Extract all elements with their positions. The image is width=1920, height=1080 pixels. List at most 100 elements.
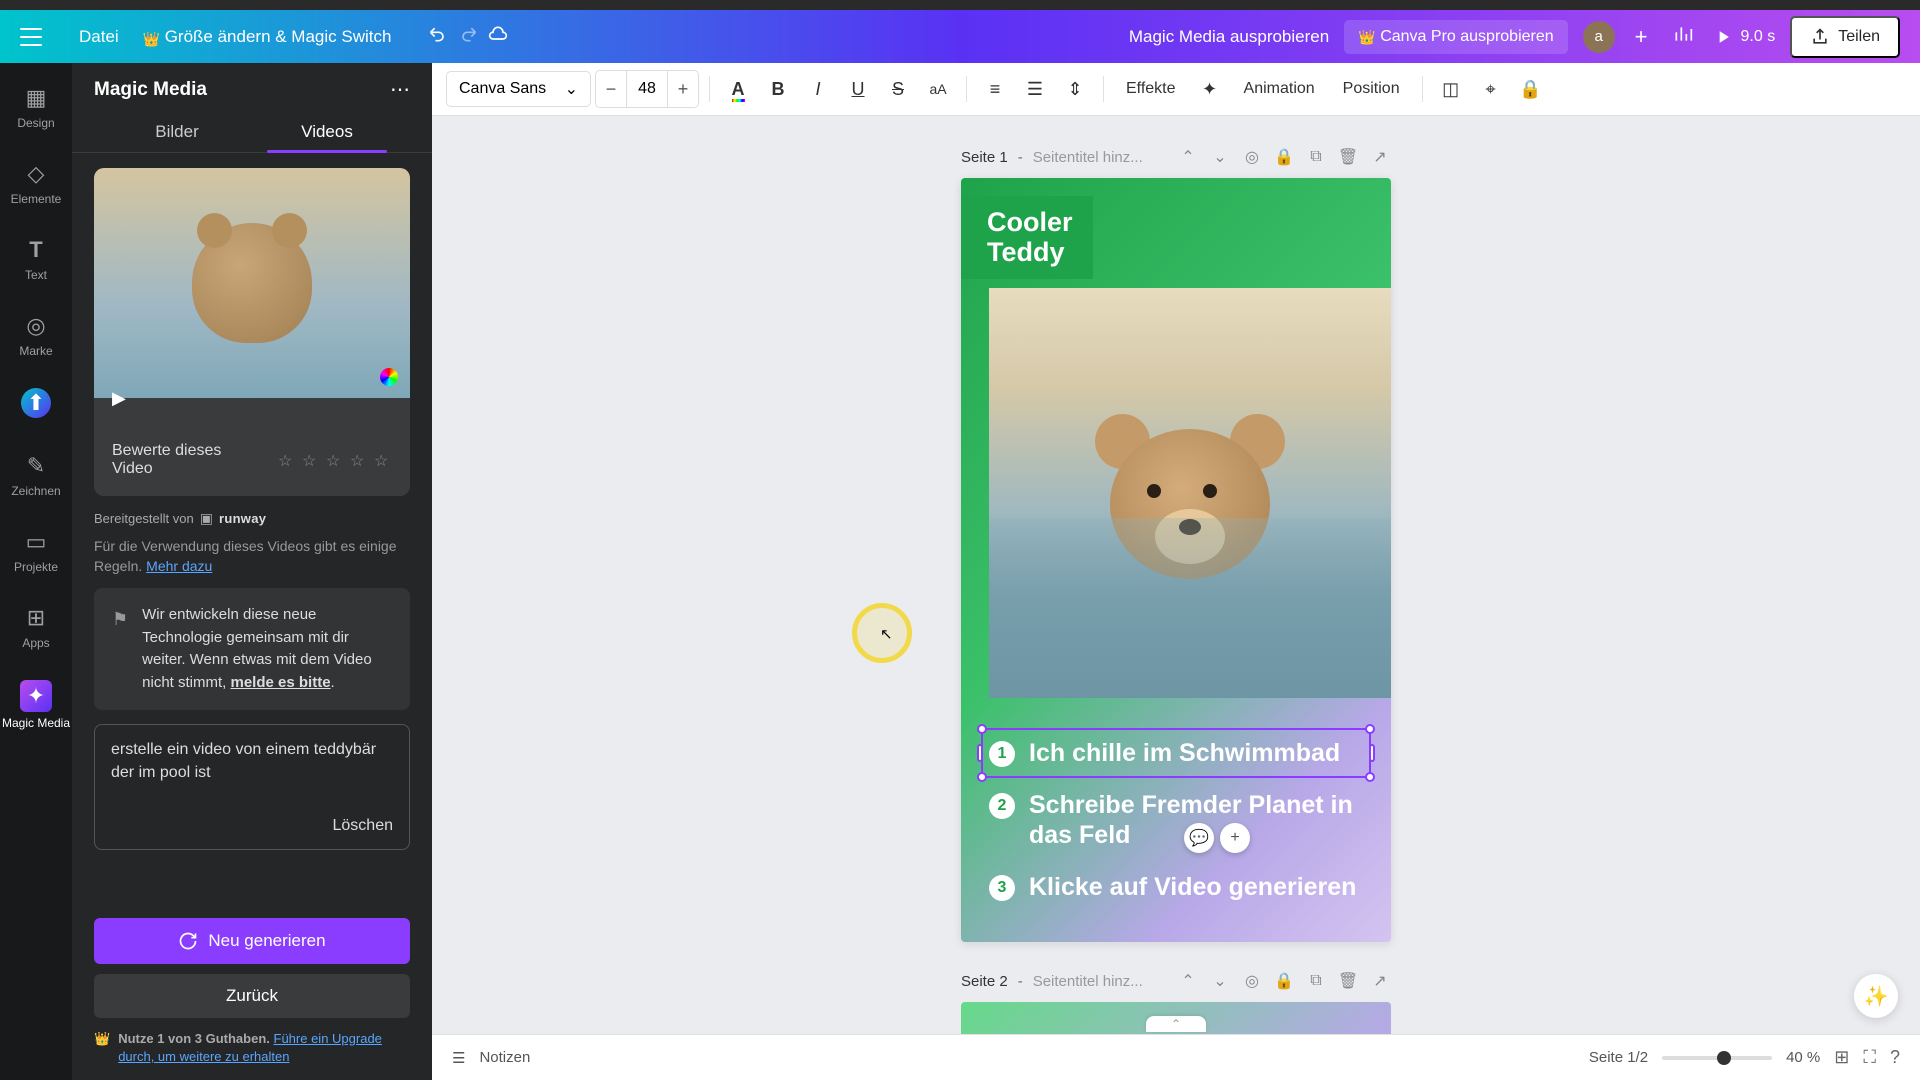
grid-view-icon[interactable]: ⊞: [1834, 1047, 1849, 1068]
page-up-icon[interactable]: ⌃: [1177, 146, 1199, 168]
star-icon[interactable]: ☆: [302, 451, 320, 469]
star-icon[interactable]: ☆: [350, 451, 368, 469]
rules-link[interactable]: Mehr dazu: [146, 558, 212, 574]
export-page-icon[interactable]: ↗: [1369, 146, 1391, 168]
video-thumbnail[interactable]: [94, 168, 410, 398]
step-3[interactable]: 3 Klicke auf Video generieren: [989, 872, 1363, 902]
panel-more-icon[interactable]: ⋯: [390, 77, 410, 102]
list-icon[interactable]: ☰: [1017, 71, 1053, 107]
rail-brand[interactable]: ◎Marke: [0, 306, 72, 364]
step-1[interactable]: 1 Ich chille im Schwimmbad: [989, 738, 1363, 768]
underline-icon[interactable]: U: [840, 71, 876, 107]
page-down-icon[interactable]: ⌄: [1209, 146, 1231, 168]
rail-uploads[interactable]: ⬆: [0, 382, 72, 428]
increase-size-button[interactable]: +: [668, 71, 698, 107]
generate-button[interactable]: Neu generieren: [94, 918, 410, 964]
analytics-icon[interactable]: [1668, 19, 1698, 54]
hide-page-icon[interactable]: ◎: [1241, 146, 1263, 168]
assistant-icon[interactable]: ✨: [1854, 974, 1898, 1018]
page-down-icon[interactable]: ⌄: [1209, 970, 1231, 992]
resize-magic-switch[interactable]: Größe ändern & Magic Switch: [131, 21, 404, 53]
star-icon[interactable]: ☆: [326, 451, 344, 469]
undo-icon[interactable]: [423, 19, 453, 54]
rail-magic-media[interactable]: ✦Magic Media: [0, 674, 72, 736]
export-page-icon[interactable]: ↗: [1369, 970, 1391, 992]
rating-stars[interactable]: ☆ ☆ ☆ ☆ ☆: [278, 451, 392, 469]
play-duration[interactable]: 9.0 s: [1713, 27, 1776, 47]
font-size-control[interactable]: − +: [595, 70, 699, 108]
fullscreen-icon[interactable]: ⛶: [1863, 1047, 1876, 1068]
rail-text[interactable]: TText: [0, 230, 72, 288]
page-indicator[interactable]: Seite 1/2: [1589, 1049, 1648, 1066]
lock-page-icon[interactable]: 🔒: [1273, 970, 1295, 992]
prompt-text[interactable]: erstelle ein video von einem teddybär de…: [111, 739, 393, 799]
bold-icon[interactable]: B: [760, 71, 796, 107]
generated-video-card[interactable]: ▶ Bewerte dieses Video ☆ ☆ ☆ ☆ ☆: [94, 168, 410, 496]
back-button[interactable]: Zurück: [94, 974, 410, 1018]
rail-draw[interactable]: ✎Zeichnen: [0, 446, 72, 504]
cloud-sync-icon[interactable]: [483, 19, 513, 54]
zoom-slider[interactable]: [1662, 1056, 1772, 1060]
icon-rail: ▦Design ◇Elemente TText ◎Marke ⬆ ✎Zeichn…: [0, 63, 72, 1080]
transparency-icon[interactable]: ◫: [1433, 71, 1469, 107]
design-title[interactable]: Magic Media ausprobieren: [1129, 27, 1329, 47]
page-title-input[interactable]: Seitentitel hinz...: [1033, 973, 1143, 990]
strikethrough-icon[interactable]: S: [880, 71, 916, 107]
text-case-icon[interactable]: aA: [920, 71, 956, 107]
share-button[interactable]: Teilen: [1790, 16, 1900, 58]
duplicate-page-icon[interactable]: ⧉: [1305, 146, 1327, 168]
position-button[interactable]: Position: [1331, 80, 1412, 98]
font-size-input[interactable]: [626, 71, 668, 107]
effects-button[interactable]: Effekte: [1114, 80, 1188, 98]
page-canvas[interactable]: Cooler Teddy: [961, 178, 1391, 942]
star-icon[interactable]: ☆: [374, 451, 392, 469]
hide-page-icon[interactable]: ◎: [1241, 970, 1263, 992]
step-2[interactable]: 2 Schreibe Fremder Planet in das Feld: [989, 790, 1363, 850]
page-image[interactable]: [989, 288, 1391, 698]
spacing-icon[interactable]: ⇕: [1057, 71, 1093, 107]
star-icon[interactable]: ☆: [278, 451, 296, 469]
context-toolbar: Canva Sans⌄ − + A B I U S aA ≡ ☰ ⇕ Effek…: [432, 63, 1920, 116]
add-icon[interactable]: +: [1220, 823, 1250, 853]
font-selector[interactable]: Canva Sans⌄: [446, 71, 591, 107]
italic-icon[interactable]: I: [800, 71, 836, 107]
step-text[interactable]: Klicke auf Video generieren: [1029, 872, 1356, 902]
timeline-expand-icon[interactable]: ⌃: [1146, 1016, 1206, 1032]
redo-icon[interactable]: [453, 19, 483, 54]
add-member-icon[interactable]: +: [1630, 19, 1653, 55]
zoom-value[interactable]: 40 %: [1786, 1049, 1820, 1066]
report-link[interactable]: melde es bitte: [231, 674, 331, 691]
delete-page-icon[interactable]: 🗑: [1337, 146, 1359, 168]
page-title-input[interactable]: Seitentitel hinz...: [1033, 149, 1143, 166]
duplicate-page-icon[interactable]: ⧉: [1305, 970, 1327, 992]
copy-style-icon[interactable]: ⌖: [1473, 71, 1509, 107]
hamburger-menu-icon[interactable]: [20, 28, 42, 46]
delete-page-icon[interactable]: 🗑: [1337, 970, 1359, 992]
animation-button[interactable]: Animation: [1232, 80, 1327, 98]
help-icon[interactable]: ?: [1890, 1047, 1900, 1068]
file-menu[interactable]: Datei: [67, 21, 131, 53]
decrease-size-button[interactable]: −: [596, 71, 626, 107]
align-icon[interactable]: ≡: [977, 71, 1013, 107]
notes-icon[interactable]: ☰: [452, 1049, 465, 1067]
comment-icon[interactable]: 💬: [1184, 823, 1214, 853]
canvas-area: Canva Sans⌄ − + A B I U S aA ≡ ☰ ⇕ Effek…: [432, 63, 1920, 1080]
rail-elements[interactable]: ◇Elemente: [0, 154, 72, 212]
clear-button[interactable]: Löschen: [111, 817, 393, 835]
notes-button[interactable]: Notizen: [479, 1049, 530, 1066]
rail-apps[interactable]: ⊞Apps: [0, 598, 72, 656]
user-avatar[interactable]: a: [1583, 21, 1615, 53]
try-pro-button[interactable]: Canva Pro ausprobieren: [1344, 20, 1567, 54]
rail-projects[interactable]: ▭Projekte: [0, 522, 72, 580]
rail-design[interactable]: ▦Design: [0, 78, 72, 136]
text-color-icon[interactable]: A: [720, 71, 756, 107]
animation-star-icon[interactable]: ✦: [1192, 71, 1228, 107]
tab-videos[interactable]: Videos: [252, 112, 402, 152]
tab-images[interactable]: Bilder: [102, 112, 252, 152]
lock-icon[interactable]: 🔒: [1513, 71, 1549, 107]
prompt-input[interactable]: erstelle ein video von einem teddybär de…: [94, 724, 410, 850]
page-heading[interactable]: Cooler Teddy: [961, 196, 1093, 279]
play-icon[interactable]: ▶: [112, 388, 130, 406]
page-up-icon[interactable]: ⌃: [1177, 970, 1199, 992]
lock-page-icon[interactable]: 🔒: [1273, 146, 1295, 168]
